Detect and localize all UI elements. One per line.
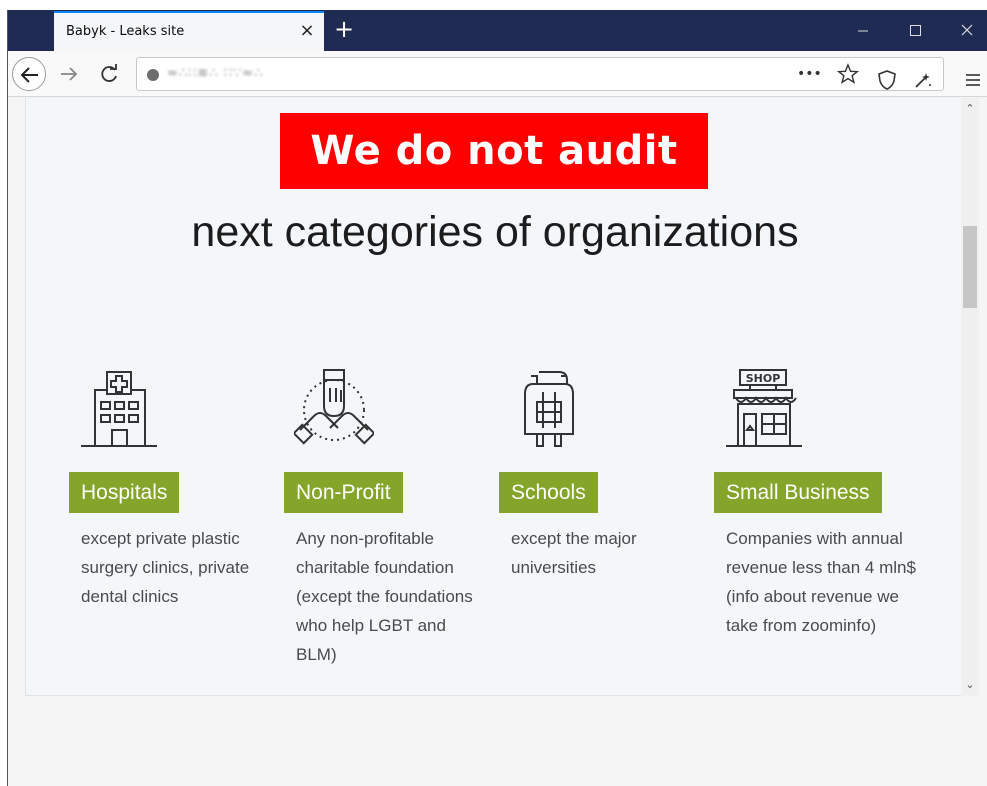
backpack-icon: [509, 368, 589, 452]
category-description: except the major universities: [511, 529, 637, 577]
forward-arrow-icon[interactable]: [56, 61, 82, 87]
title-bar: Babyk - Leaks site × +: [8, 10, 987, 51]
tab-title: Babyk - Leaks site: [66, 24, 185, 39]
category-label: Non-Profit: [284, 472, 403, 513]
shop-icon: SHOP: [724, 368, 804, 452]
url-bar[interactable]: ≈∴∷≋∴ ∷∵≈∴ •••: [136, 57, 944, 91]
vertical-scrollbar[interactable]: ⌃ ⌄: [961, 98, 979, 696]
new-tab-button[interactable]: +: [330, 16, 358, 44]
hospital-icon: [79, 368, 159, 452]
minimize-icon[interactable]: [840, 10, 886, 51]
hamburger-menu-icon[interactable]: [962, 69, 984, 91]
browser-tab[interactable]: Babyk - Leaks site ×: [54, 11, 324, 51]
site-identity-icon[interactable]: [147, 69, 159, 81]
page-actions-button[interactable]: •••: [797, 66, 822, 82]
browser-window: Babyk - Leaks site × + ≈∴∷≋∴ ∷∵≈∴ ••• We…: [7, 10, 987, 786]
category-description: Companies with annual revenue less than …: [726, 529, 916, 635]
shield-icon[interactable]: [876, 69, 898, 91]
scrollbar-thumb[interactable]: [963, 226, 977, 308]
category-label: Hospitals: [69, 472, 180, 513]
page-headline: We do not audit: [310, 128, 678, 174]
headline-banner: We do not audit: [280, 113, 708, 189]
extension-icon[interactable]: [912, 69, 934, 91]
close-icon[interactable]: [944, 10, 987, 51]
charity-hands-icon: [292, 368, 376, 452]
navigation-toolbar: ≈∴∷≋∴ ∷∵≈∴ •••: [8, 51, 987, 97]
back-arrow-icon[interactable]: [12, 57, 46, 91]
svg-text:SHOP: SHOP: [746, 372, 781, 385]
tab-close-button[interactable]: ×: [296, 19, 318, 43]
scroll-down-icon[interactable]: ⌄: [961, 678, 979, 692]
page-content: We do not audit next categories of organ…: [25, 98, 963, 696]
category-description: except private plastic surgery clinics, …: [81, 529, 250, 606]
category-label: Schools: [499, 472, 598, 513]
reload-icon[interactable]: [96, 61, 122, 87]
category-label: Small Business: [714, 472, 882, 513]
scroll-up-icon[interactable]: ⌃: [961, 102, 979, 116]
category-description: Any non-profitable charitable foundation…: [296, 529, 473, 664]
url-text[interactable]: ≈∴∷≋∴ ∷∵≈∴: [167, 66, 263, 81]
maximize-icon[interactable]: [892, 10, 938, 51]
bookmark-star-icon[interactable]: [836, 63, 860, 85]
page-viewport: We do not audit next categories of organ…: [8, 98, 987, 786]
page-subheadline: next categories of organizations: [191, 208, 799, 256]
